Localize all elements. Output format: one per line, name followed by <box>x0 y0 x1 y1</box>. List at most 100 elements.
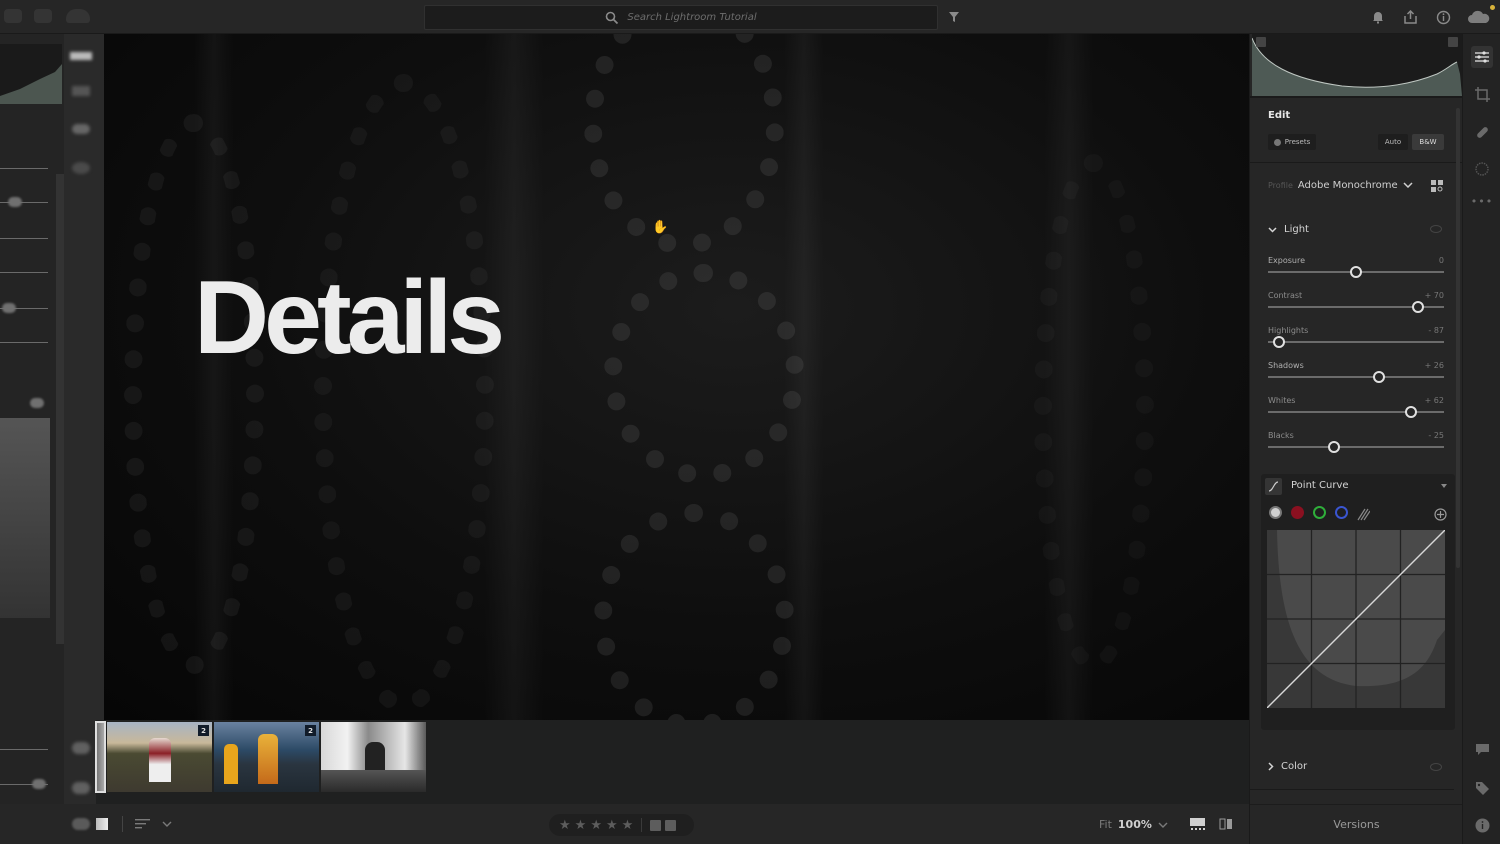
slider-knob[interactable] <box>1328 441 1340 453</box>
slider-label-highlights: Highlights <box>1268 326 1309 335</box>
visibility-eye-icon[interactable] <box>1430 763 1442 771</box>
panel-scrollbar[interactable] <box>1456 108 1460 568</box>
channel-rgb-button[interactable] <box>1269 506 1282 519</box>
masking-icon <box>1474 161 1489 176</box>
edit-panel: Edit Presets Auto B&W Profile Adobe Mono… <box>1249 34 1463 844</box>
single-view-icon[interactable] <box>96 818 108 830</box>
profile-browser-button[interactable] <box>1430 179 1444 193</box>
highlight-clipping-toggle[interactable] <box>1448 37 1458 47</box>
lightroom-window: Search Lightroom Tutorial Details ✋ 2 2 … <box>0 0 1500 844</box>
rating-star[interactable]: ★ <box>575 818 587 833</box>
zoom-control[interactable]: Fit 100% <box>1099 818 1168 831</box>
shadow-clipping-toggle[interactable] <box>1256 37 1266 47</box>
tone-curve-graph[interactable] <box>1266 529 1446 709</box>
channel-green-button[interactable] <box>1313 506 1326 519</box>
filmstrip-toggle-button[interactable] <box>1189 817 1205 831</box>
slider-value-whites[interactable]: + 62 <box>1425 396 1444 405</box>
ghost-icon <box>34 9 52 23</box>
filmstrip-thumbnail[interactable] <box>321 722 426 792</box>
presets-button[interactable]: Presets <box>1268 134 1316 150</box>
compare-view-button[interactable] <box>1218 817 1234 831</box>
color-section-header[interactable]: Color <box>1268 761 1307 772</box>
zoom-fit-label[interactable]: Fit <box>1099 818 1112 831</box>
crop-tool-button[interactable] <box>1472 84 1492 104</box>
help-button[interactable] <box>1434 8 1452 26</box>
slider-contrast[interactable] <box>1268 301 1444 313</box>
share-button[interactable] <box>1401 8 1419 26</box>
rating-star[interactable]: ★ <box>606 818 618 833</box>
parametric-curve-button[interactable] <box>1357 506 1371 521</box>
rating-star[interactable]: ★ <box>590 818 602 833</box>
stack-count-badge: 2 <box>305 725 316 736</box>
ghost-histogram <box>0 44 62 104</box>
rating-star[interactable]: ★ <box>559 818 571 833</box>
profile-label: Profile <box>1268 181 1293 190</box>
slider-label-contrast: Contrast <box>1268 291 1303 300</box>
chevron-right-icon <box>1268 762 1274 771</box>
healing-tool-button[interactable] <box>1472 122 1492 142</box>
channel-red-button[interactable] <box>1291 506 1304 519</box>
slider-label-blacks: Blacks <box>1268 431 1294 440</box>
pick-flag-icon[interactable] <box>650 819 662 831</box>
help-icon <box>1436 10 1450 24</box>
filter-icon <box>949 12 959 22</box>
slider-highlights[interactable] <box>1268 336 1444 348</box>
channel-blue-button[interactable] <box>1335 506 1348 519</box>
comments-button[interactable] <box>1472 740 1492 760</box>
profile-value[interactable]: Adobe Monochrome <box>1298 180 1398 191</box>
filmstrip-thumbnail[interactable]: 2 <box>214 722 319 792</box>
edit-tool-button[interactable] <box>1471 46 1493 68</box>
presets-icon <box>1273 138 1281 146</box>
targeted-adjustment-button[interactable] <box>1434 506 1447 521</box>
slider-blacks[interactable] <box>1268 441 1444 453</box>
slider-value-exposure[interactable]: 0 <box>1439 256 1444 265</box>
notification-bell-icon <box>1373 12 1383 24</box>
profile-selector[interactable]: Profile Adobe Monochrome <box>1268 180 1413 191</box>
edit-sliders-icon <box>1475 51 1489 63</box>
top-bar: Search Lightroom Tutorial <box>0 0 1500 34</box>
slider-knob[interactable] <box>1411 301 1424 313</box>
cloud-sync-button[interactable] <box>1467 5 1495 27</box>
chevron-down-icon <box>162 821 172 827</box>
visibility-eye-icon[interactable] <box>1430 225 1442 233</box>
filter-button[interactable] <box>946 9 962 25</box>
sort-button[interactable] <box>134 816 152 832</box>
slider-value-blacks[interactable]: - 25 <box>1428 431 1444 440</box>
slider-knob[interactable] <box>1404 406 1417 418</box>
curve-menu-icon[interactable] <box>1441 484 1447 488</box>
info-button[interactable] <box>1472 815 1492 835</box>
masking-tool-button[interactable] <box>1472 159 1492 179</box>
slider-shadows[interactable] <box>1268 371 1444 383</box>
profile-grid-icon <box>1431 180 1443 192</box>
photo-canvas[interactable]: Details ✋ <box>104 34 1249 720</box>
grid-view-icon[interactable] <box>72 818 90 830</box>
notification-button[interactable] <box>1369 9 1387 25</box>
chevron-down-icon <box>1158 822 1168 828</box>
slider-knob[interactable] <box>1273 336 1286 348</box>
keywords-button[interactable] <box>1472 778 1492 798</box>
more-tools-button[interactable]: ••• <box>1471 191 1492 211</box>
slider-exposure[interactable] <box>1268 266 1444 278</box>
slider-value-shadows[interactable]: + 26 <box>1425 361 1444 370</box>
cloud-icon <box>66 9 90 23</box>
filmstrip-thumbnail[interactable] <box>95 721 106 793</box>
bottom-toolbar: ★ ★ ★ ★ ★ Fit 100% <box>0 804 1249 844</box>
zoom-level[interactable]: 100% <box>1118 818 1152 831</box>
rating-star[interactable]: ★ <box>622 818 634 833</box>
sort-dropdown[interactable] <box>160 817 174 831</box>
ghost-panel <box>0 34 104 804</box>
presets-label: Presets <box>1284 138 1311 146</box>
reject-flag-icon[interactable] <box>665 819 677 831</box>
bw-button[interactable]: B&W <box>1412 134 1444 150</box>
filmstrip-thumbnail[interactable]: 2 <box>107 722 212 792</box>
search-input[interactable]: Search Lightroom Tutorial <box>424 5 938 30</box>
auto-button[interactable]: Auto <box>1378 134 1408 150</box>
versions-button[interactable]: Versions <box>1250 804 1463 844</box>
slider-value-contrast[interactable]: + 70 <box>1425 291 1444 300</box>
slider-whites[interactable] <box>1268 406 1444 418</box>
ghost-tool-strip <box>64 34 104 804</box>
slider-value-highlights[interactable]: - 87 <box>1428 326 1444 335</box>
light-section-header[interactable]: Light <box>1268 224 1309 235</box>
slider-knob[interactable] <box>1372 371 1385 383</box>
slider-knob[interactable] <box>1350 266 1362 278</box>
